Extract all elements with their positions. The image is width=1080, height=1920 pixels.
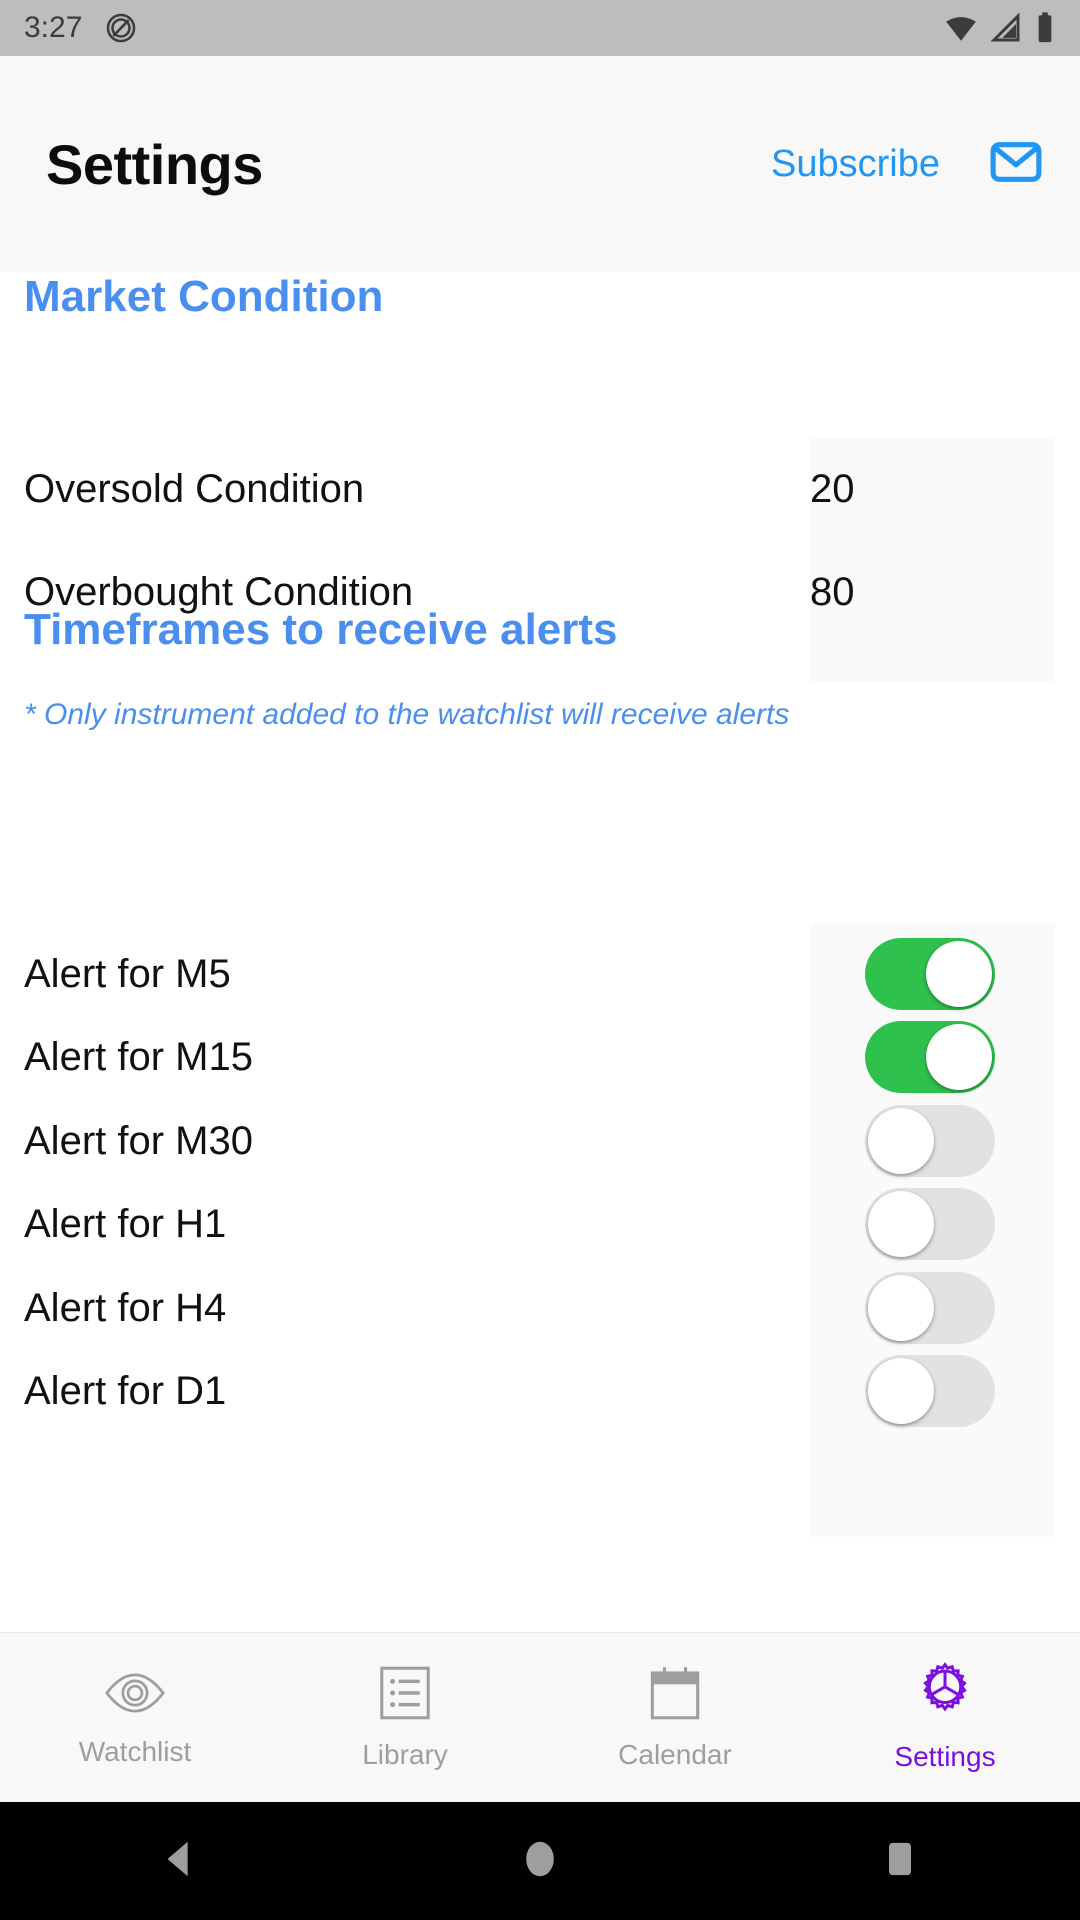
row-label-alert-h1: Alert for H1 (24, 1201, 227, 1246)
tab-label-watchlist: Watchlist (78, 1736, 192, 1767)
status-system-icons (944, 11, 1056, 45)
tab-library[interactable]: Library (270, 1633, 540, 1802)
home-icon (517, 1836, 563, 1887)
list-icon (376, 1664, 434, 1727)
tab-label-library: Library (362, 1739, 448, 1770)
back-icon (157, 1836, 203, 1887)
app-bar-actions: Subscribe (771, 134, 1080, 195)
tab-watchlist[interactable]: Watchlist (0, 1633, 270, 1802)
tab-calendar[interactable]: Calendar (540, 1633, 810, 1802)
toggle-alert-h1[interactable] (865, 1188, 995, 1260)
tab-settings[interactable]: Settings (810, 1633, 1080, 1802)
subscribe-button[interactable]: Subscribe (771, 143, 940, 186)
settings-content: Market Condition Oversold Condition 20 O… (0, 272, 1080, 1632)
timeframes-note: * Only instrument added to the watchlist… (24, 698, 790, 731)
status-bar: 3:27 (0, 0, 1080, 56)
row-label-alert-m5: Alert for M5 (24, 951, 231, 996)
gear-icon (915, 1662, 975, 1729)
section-title-market-condition: Market Condition (24, 272, 384, 321)
row-value-oversold-condition[interactable]: 20 (810, 467, 855, 512)
section-title-timeframes: Timeframes to receive alerts (24, 605, 618, 654)
toggle-alert-m5[interactable] (865, 938, 995, 1010)
toggle-knob (868, 1108, 934, 1174)
toggle-alert-h4[interactable] (865, 1272, 995, 1344)
row-alert-d1[interactable]: Alert for D1 (0, 1340, 1080, 1442)
row-label-alert-h4: Alert for H4 (24, 1285, 227, 1330)
cellular-signal-icon (990, 11, 1022, 45)
status-time: 3:27 (24, 11, 83, 44)
row-value-overbought-condition[interactable]: 80 (810, 570, 855, 615)
do-not-disturb-icon (104, 11, 138, 45)
row-oversold-condition[interactable]: Oversold Condition 20 (0, 438, 1080, 540)
bottom-tab-bar: Watchlist Library Calendar Settings (0, 1632, 1080, 1802)
row-label-alert-m15: Alert for M15 (24, 1034, 253, 1079)
wifi-icon (944, 11, 978, 45)
toggle-alert-d1[interactable] (865, 1355, 995, 1427)
back-button[interactable] (120, 1802, 240, 1920)
battery-icon (1034, 11, 1056, 45)
toggle-cell-alert-d1 (810, 1340, 1055, 1442)
toggle-knob (868, 1358, 934, 1424)
page-title: Settings (46, 132, 263, 196)
android-navigation-bar (0, 1802, 1080, 1920)
recents-button[interactable] (840, 1802, 960, 1920)
toggle-knob (868, 1275, 934, 1341)
tab-label-settings: Settings (894, 1741, 996, 1772)
mail-icon (988, 134, 1044, 195)
toggle-knob (926, 941, 992, 1007)
toggle-alert-m30[interactable] (865, 1105, 995, 1177)
calendar-icon (646, 1664, 704, 1727)
app-screen: 3:27 Settings Subscribe Market Condition… (0, 0, 1080, 1920)
mail-button[interactable] (988, 134, 1044, 195)
app-bar: Settings Subscribe (0, 56, 1080, 272)
status-notification-icons (104, 11, 138, 45)
eye-icon (104, 1667, 166, 1724)
toggle-knob (868, 1191, 934, 1257)
tab-label-calendar: Calendar (618, 1739, 732, 1770)
home-button[interactable] (480, 1802, 600, 1920)
row-label-alert-d1: Alert for D1 (24, 1368, 227, 1413)
toggle-knob (926, 1024, 992, 1090)
toggle-alert-m15[interactable] (865, 1021, 995, 1093)
row-label-oversold-condition: Oversold Condition (24, 466, 365, 511)
row-label-alert-m30: Alert for M30 (24, 1118, 253, 1163)
recents-icon (878, 1837, 922, 1886)
